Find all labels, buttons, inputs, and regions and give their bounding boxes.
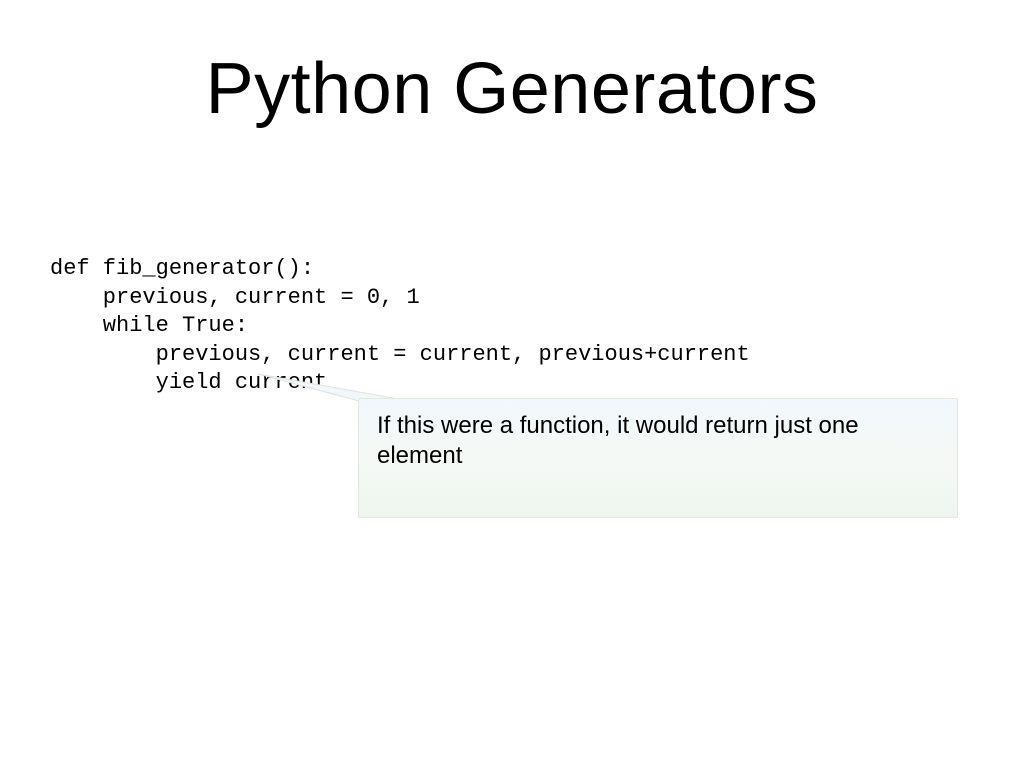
code-line-2: previous, current = 0, 1 (50, 285, 420, 310)
code-line-5: yield current (50, 370, 327, 395)
slide-title: Python Generators (0, 48, 1024, 130)
code-line-3: while True: (50, 313, 248, 338)
callout-box: If this were a function, it would return… (358, 398, 958, 518)
slide: Python Generators def fib_generator(): p… (0, 0, 1024, 768)
code-line-4: previous, current = current, previous+cu… (50, 342, 750, 367)
code-block: def fib_generator(): previous, current =… (50, 255, 750, 398)
callout-text: If this were a function, it would return… (377, 412, 859, 469)
code-line-1: def fib_generator(): (50, 256, 314, 281)
